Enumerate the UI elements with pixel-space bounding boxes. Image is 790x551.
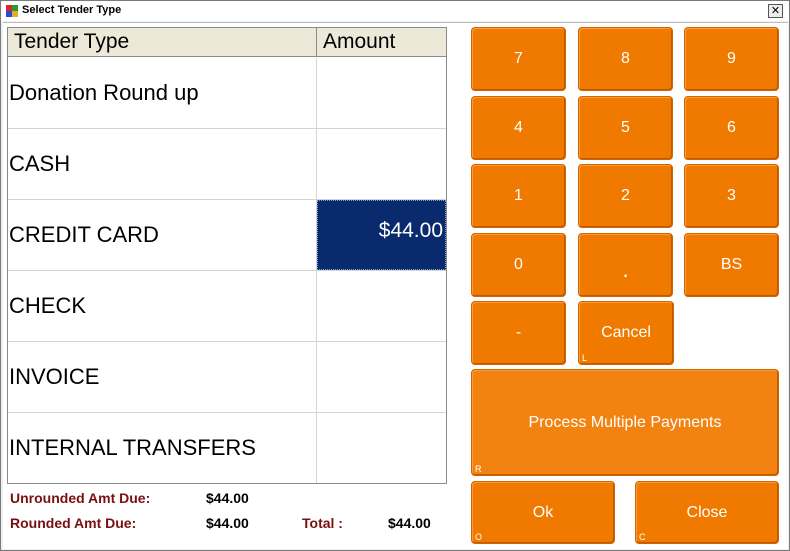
tender-dialog: Select Tender Type ✕ Tender Type Amount … xyxy=(0,0,790,551)
table-row[interactable]: CREDIT CARD $44.00 xyxy=(8,200,446,271)
key-6-button[interactable]: 6 xyxy=(684,96,779,160)
amount-cell[interactable] xyxy=(317,342,446,412)
window-title: Select Tender Type xyxy=(22,4,122,16)
backspace-button[interactable]: BS xyxy=(684,233,779,297)
close-button[interactable]: Close C xyxy=(635,481,779,544)
close-label: Close xyxy=(686,503,728,521)
unrounded-label: Unrounded Amt Due: xyxy=(10,490,151,506)
header-tender-type[interactable]: Tender Type xyxy=(8,28,317,56)
amount-cell[interactable] xyxy=(317,413,446,483)
header-amount[interactable]: Amount xyxy=(317,28,445,56)
key-4-button[interactable]: 4 xyxy=(471,96,566,160)
tender-table: Tender Type Amount Donation Round up CAS… xyxy=(7,27,447,484)
tender-type-cell[interactable]: INTERNAL TRANSFERS xyxy=(8,413,317,483)
cancel-button[interactable]: Cancel L xyxy=(578,301,674,365)
amount-cell[interactable] xyxy=(317,129,446,199)
totals-panel: Unrounded Amt Due: $44.00 Rounded Amt Du… xyxy=(9,488,449,548)
amount-cell[interactable] xyxy=(317,58,446,128)
total-value: $44.00 xyxy=(388,515,431,531)
table-row[interactable]: CASH xyxy=(8,129,446,200)
rounded-value: $44.00 xyxy=(206,515,249,531)
tender-type-cell[interactable]: CHECK xyxy=(8,271,317,341)
title-bar: Select Tender Type ✕ xyxy=(1,1,789,21)
key-1-button[interactable]: 1 xyxy=(471,164,566,228)
close-icon[interactable]: ✕ xyxy=(768,4,783,18)
key-3-button[interactable]: 3 xyxy=(684,164,779,228)
amount-cell-selected[interactable]: $44.00 xyxy=(317,200,446,270)
unrounded-value: $44.00 xyxy=(206,490,249,506)
key-0-button[interactable]: 0 xyxy=(471,233,566,297)
tender-type-cell[interactable]: Donation Round up xyxy=(8,58,317,128)
process-multiple-payments-button[interactable]: Process Multiple Payments R xyxy=(471,369,779,476)
key-9-button[interactable]: 9 xyxy=(684,27,779,91)
rounded-label: Rounded Amt Due: xyxy=(10,515,137,531)
ok-label: Ok xyxy=(532,503,554,521)
ok-hotkey: O xyxy=(475,532,483,542)
table-header: Tender Type Amount xyxy=(8,28,446,57)
process-multiple-payments-hotkey: R xyxy=(475,464,482,474)
ok-button[interactable]: Ok O xyxy=(471,481,615,544)
key-7-button[interactable]: 7 xyxy=(471,27,566,91)
amount-cell[interactable] xyxy=(317,271,446,341)
table-row[interactable]: CHECK xyxy=(8,271,446,342)
close-hotkey: C xyxy=(639,532,646,542)
dialog-content: Tender Type Amount Donation Round up CAS… xyxy=(3,22,788,549)
table-row[interactable]: INTERNAL TRANSFERS xyxy=(8,413,446,484)
total-label: Total : xyxy=(302,515,343,531)
tender-type-cell[interactable]: CREDIT CARD xyxy=(8,200,317,270)
tender-type-cell[interactable]: CASH xyxy=(8,129,317,199)
cancel-label: Cancel xyxy=(601,324,651,341)
key-decimal-button[interactable]: . xyxy=(578,233,673,297)
key-8-button[interactable]: 8 xyxy=(578,27,673,91)
cancel-hotkey: L xyxy=(582,353,588,363)
key-2-button[interactable]: 2 xyxy=(578,164,673,228)
key-minus-button[interactable]: - xyxy=(471,301,566,365)
table-row[interactable]: INVOICE xyxy=(8,342,446,413)
table-row[interactable]: Donation Round up xyxy=(8,58,446,129)
key-5-button[interactable]: 5 xyxy=(578,96,673,160)
app-icon xyxy=(6,5,18,17)
tender-type-cell[interactable]: INVOICE xyxy=(8,342,317,412)
process-multiple-payments-label: Process Multiple Payments xyxy=(528,413,722,431)
